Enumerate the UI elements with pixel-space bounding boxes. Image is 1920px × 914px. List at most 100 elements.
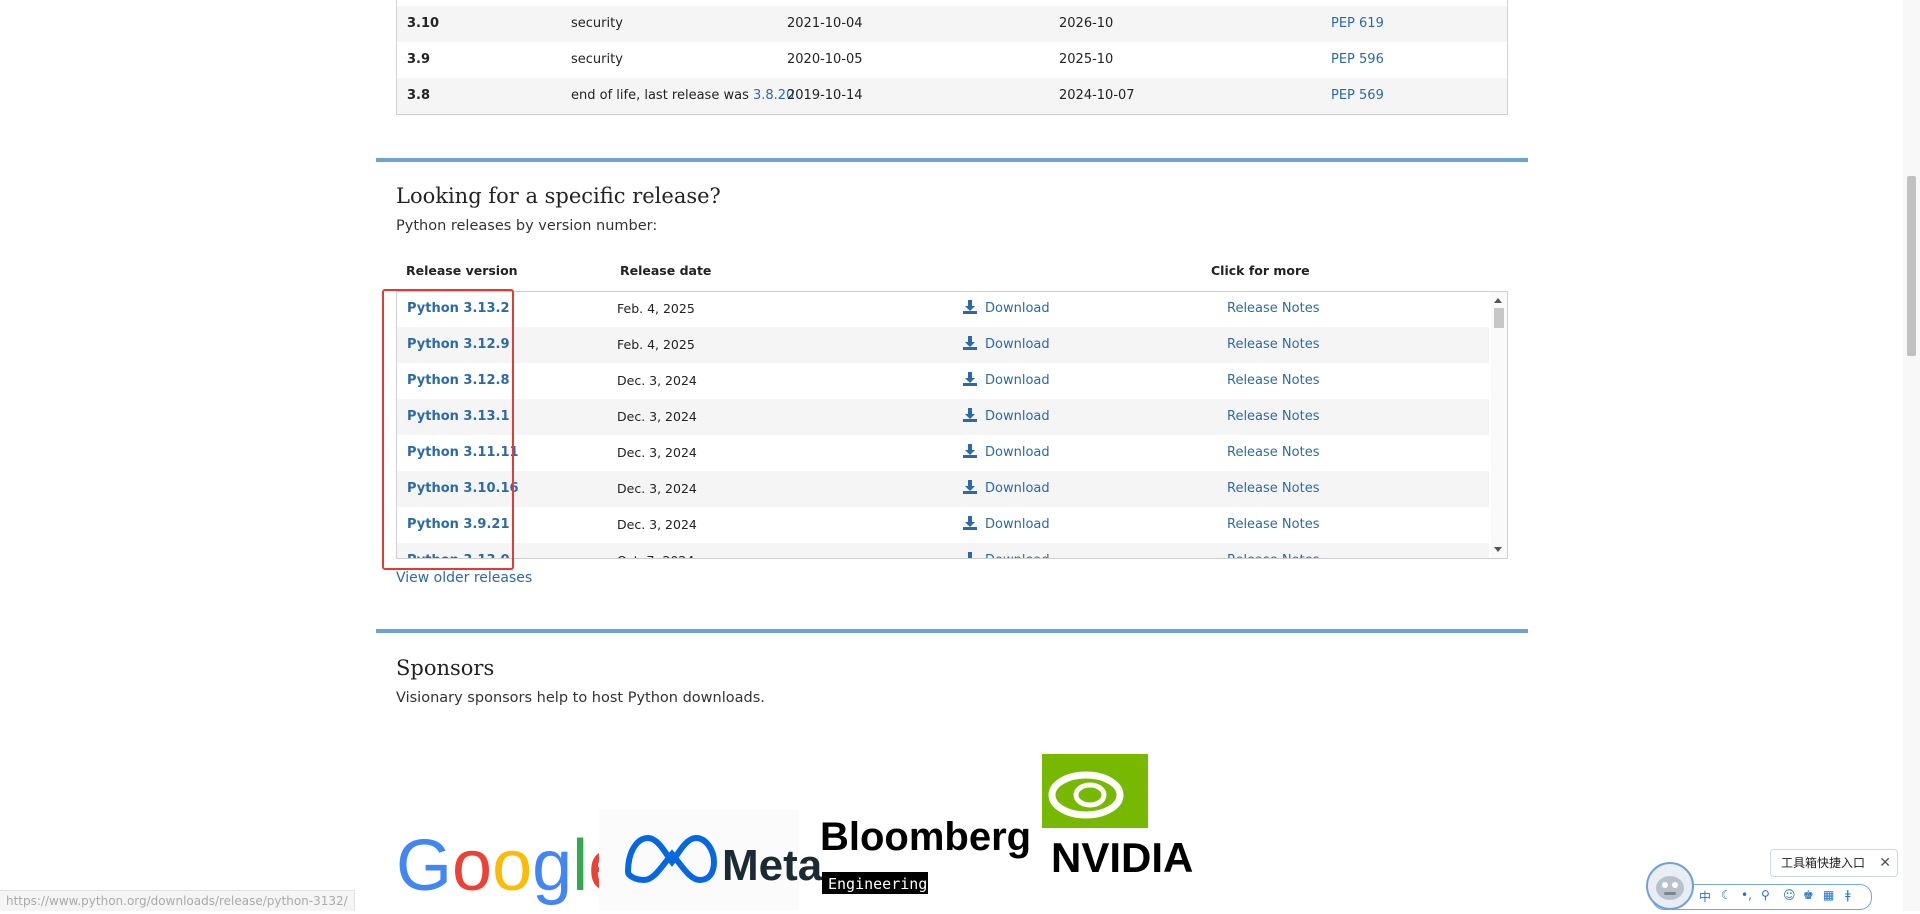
release-notes-link[interactable]: Release Notes [1227,553,1319,558]
status-first-release: 2020-10-05 [787,52,863,67]
release-row: Python 3.12.9 Feb. 4, 2025 Download Release… [397,327,1489,363]
status-version: 3.10 [407,16,440,31]
sponsor-logos-svg: Google Meta Bloomberg Engineering [396,754,1193,910]
release-date: Dec. 3, 2024 [617,373,697,388]
pep-link[interactable]: PEP 569 [1331,88,1384,103]
view-older-releases-link[interactable]: View older releases [396,570,532,586]
nvidia-logo[interactable]: NVIDIA [1042,754,1193,881]
release-date: Feb. 4, 2025 [617,301,695,316]
download-link[interactable]: Download [963,372,1050,388]
bloomberg-logo[interactable]: Bloomberg Engineering [820,815,1031,894]
download-icon [963,336,985,352]
release-date: Dec. 3, 2024 [617,445,697,460]
release-notes-link[interactable]: Release Notes [1227,301,1319,316]
release-date: Oct. 7, 2024 [617,553,694,558]
ime-moon-icon[interactable]: ☾ [1721,888,1732,902]
release-table-headers: Release version Release date Click for m… [406,263,1506,281]
download-label: Download [985,553,1050,558]
download-link[interactable]: Download [963,552,1050,558]
ime-skin-icon[interactable]: ♚ [1803,888,1814,902]
download-icon [963,300,985,316]
ime-emoji-icon[interactable]: ☺ [1783,888,1796,902]
status-text: security [571,16,623,31]
release-list-scrollbar[interactable] [1491,292,1507,558]
download-link[interactable]: Download [963,336,1050,352]
release-notes-link[interactable]: Release Notes [1227,373,1319,388]
status-row: 3.10 security 2021-10-04 2026-10 PEP 619 [397,6,1507,42]
release-date: Dec. 3, 2024 [617,517,697,532]
sponsors-heading: Sponsors [396,656,495,680]
scroll-down-arrow-icon[interactable] [1494,547,1502,552]
header-release-version: Release version [406,263,518,278]
release-row: Python 3.13.1 Dec. 3, 2024 Download Release… [397,399,1489,435]
scroll-thumb[interactable] [1494,308,1504,328]
release-row: Python 3.11.11 Dec. 3, 2024 Download Releas… [397,435,1489,471]
release-row: Python 3.9.21 Dec. 3, 2024 Download Release… [397,507,1489,543]
nvidia-logo-text: NVIDIA [1051,834,1193,881]
header-click-for-more: Click for more [1211,263,1310,278]
ime-tooltip[interactable]: 工具箱快捷入口 ✕ [1770,849,1898,877]
download-label: Download [985,481,1050,496]
scroll-up-arrow-icon[interactable] [1494,298,1502,303]
ime-avatar-icon[interactable] [1646,862,1694,910]
bloomberg-engineering-text: Engineering [828,875,927,893]
status-end-of-life: 2025-10 [1059,52,1114,67]
status-url: https://www.python.org/downloads/release… [0,890,355,911]
section-divider [376,629,1528,633]
status-first-release: 2021-10-04 [787,16,863,31]
section-divider [376,158,1528,162]
release-date: Dec. 3, 2024 [617,409,697,424]
status-row: 3.8 end of life, last release was 3.8.20… [397,78,1507,114]
download-link[interactable]: Download [963,444,1050,460]
release-notes-link[interactable]: Release Notes [1227,481,1319,496]
meta-logo-text: Meta [722,841,823,890]
release-notes-link[interactable]: Release Notes [1227,409,1319,424]
status-text: end of life, last release was 3.8.20 [571,88,794,103]
release-list[interactable]: Python 3.13.2 Feb. 4, 2025 Download Release… [396,291,1508,559]
download-icon [963,516,985,532]
release-row: Python 3.13.2 Feb. 4, 2025 Download Release… [397,292,1489,327]
download-icon [963,480,985,496]
ime-chinese-icon[interactable]: 中 [1699,888,1711,905]
sponsors-subheading: Visionary sponsors help to host Python d… [396,690,765,706]
download-icon [963,552,985,558]
ime-punctuation-icon[interactable]: •, [1741,888,1752,902]
download-label: Download [985,445,1050,460]
release-notes-link[interactable]: Release Notes [1227,517,1319,532]
download-label: Download [985,301,1050,316]
header-release-date: Release date [620,263,712,278]
release-notes-link[interactable]: Release Notes [1227,445,1319,460]
pep-link[interactable]: PEP 619 [1331,16,1384,31]
download-link[interactable]: Download [963,300,1050,316]
download-link[interactable]: Download [963,408,1050,424]
specific-release-heading: Looking for a specific release? [396,184,721,208]
pep-link[interactable]: PEP 596 [1331,52,1384,67]
download-link[interactable]: Download [963,516,1050,532]
status-version: 3.8 [407,88,431,103]
release-status-table: 3.10 security 2021-10-04 2026-10 PEP 619… [396,0,1508,115]
ime-tool-icon[interactable]: ⚲ [1761,888,1770,902]
release-row: Python 3.10.16 Dec. 3, 2024 Download Releas… [397,471,1489,507]
status-end-of-life: 2026-10 [1059,16,1114,31]
ime-grid-icon[interactable]: ▦ [1823,888,1834,902]
page-scrollbar[interactable] [1903,0,1920,911]
ime-tooltip-text: 工具箱快捷入口 [1781,856,1866,870]
download-label: Download [985,517,1050,532]
status-text-prefix: end of life, last release was [571,88,753,103]
release-notes-link[interactable]: Release Notes [1227,337,1319,352]
release-date: Feb. 4, 2025 [617,337,695,352]
status-version: 3.9 [407,52,431,67]
google-logo[interactable]: Google [396,826,628,906]
download-label: Download [985,373,1050,388]
specific-release-subheading: Python releases by version number: [396,218,658,234]
page-scroll-thumb[interactable] [1907,176,1916,356]
ime-lock-icon[interactable]: ǂ [1845,888,1851,902]
status-text: security [571,52,623,67]
highlight-box [382,289,514,570]
bloomberg-logo-text: Bloomberg [820,815,1031,859]
download-link[interactable]: Download [963,480,1050,496]
download-icon [963,372,985,388]
download-icon [963,408,985,424]
close-icon[interactable]: ✕ [1879,850,1891,876]
meta-logo[interactable]: Meta [599,810,823,910]
